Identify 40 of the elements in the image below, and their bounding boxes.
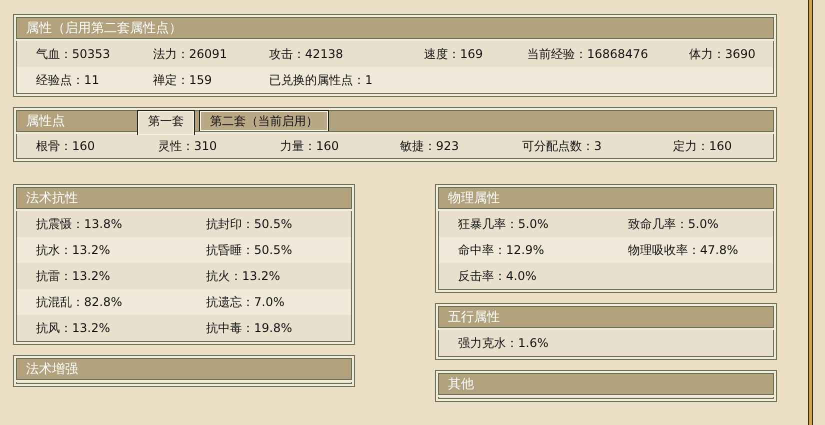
stat-text: 抗水：13.2% bbox=[36, 242, 112, 258]
stat-text: 抗昏睡：50.5% bbox=[206, 242, 294, 258]
stat-text: 致命几率：5.0% bbox=[628, 216, 720, 232]
stat-text: 当前经验：16868476 bbox=[527, 46, 650, 62]
stat-text: 敏捷：923 bbox=[400, 138, 460, 154]
panel-title: 法术增强 bbox=[26, 361, 78, 378]
stat-text: 力量：160 bbox=[280, 138, 340, 154]
stat-text: 物理吸收率：47.8% bbox=[628, 242, 740, 258]
stat-text: 抗雷：13.2% bbox=[36, 268, 112, 284]
stat-text: 可分配点数：3 bbox=[522, 138, 603, 154]
stat-text: 抗中毒：19.8% bbox=[206, 320, 294, 336]
stat-text: 抗火：13.2% bbox=[206, 268, 282, 284]
stat-text: 灵性：310 bbox=[158, 138, 218, 154]
stat-text: 抗震慑：13.8% bbox=[36, 216, 124, 232]
stat-text: 气血：50353 bbox=[36, 46, 112, 62]
tab[interactable]: 第一套 bbox=[137, 110, 195, 135]
panel-title: 五行属性 bbox=[448, 309, 500, 326]
stat-text: 根骨：160 bbox=[36, 138, 96, 154]
stat-text: 禅定：159 bbox=[153, 72, 213, 88]
panel-title: 属性（启用第二套属性点） bbox=[26, 20, 182, 37]
stat-text: 已兑换的属性点：1 bbox=[269, 72, 374, 88]
stat-text: 反击率：4.0% bbox=[458, 268, 538, 284]
stat-text: 定力：160 bbox=[673, 138, 733, 154]
stat-text: 经验点：11 bbox=[36, 72, 100, 88]
stat-text: 速度：169 bbox=[424, 46, 484, 62]
stat-text: 体力：3690 bbox=[689, 46, 757, 62]
stat-text: 法力：26091 bbox=[153, 46, 228, 62]
panel-title: 其他 bbox=[448, 376, 474, 393]
panel-title: 物理属性 bbox=[448, 190, 500, 207]
stat-text: 抗遗忘：7.0% bbox=[206, 294, 286, 310]
stat-text: 攻击：42138 bbox=[269, 46, 344, 62]
stat-text: 抗混乱：82.8% bbox=[36, 294, 124, 310]
stat-text: 抗风：13.2% bbox=[36, 320, 112, 336]
panel-title: 属性点 bbox=[25, 113, 66, 130]
stat-text: 狂暴几率：5.0% bbox=[458, 216, 550, 232]
stat-text: 强力克水：1.6% bbox=[458, 334, 550, 352]
panel-title: 法术抗性 bbox=[26, 190, 78, 207]
tab[interactable]: 第二套（当前启用） bbox=[199, 110, 329, 131]
stat-text: 命中率：12.9% bbox=[458, 242, 546, 258]
stat-text: 抗封印：50.5% bbox=[206, 216, 294, 232]
